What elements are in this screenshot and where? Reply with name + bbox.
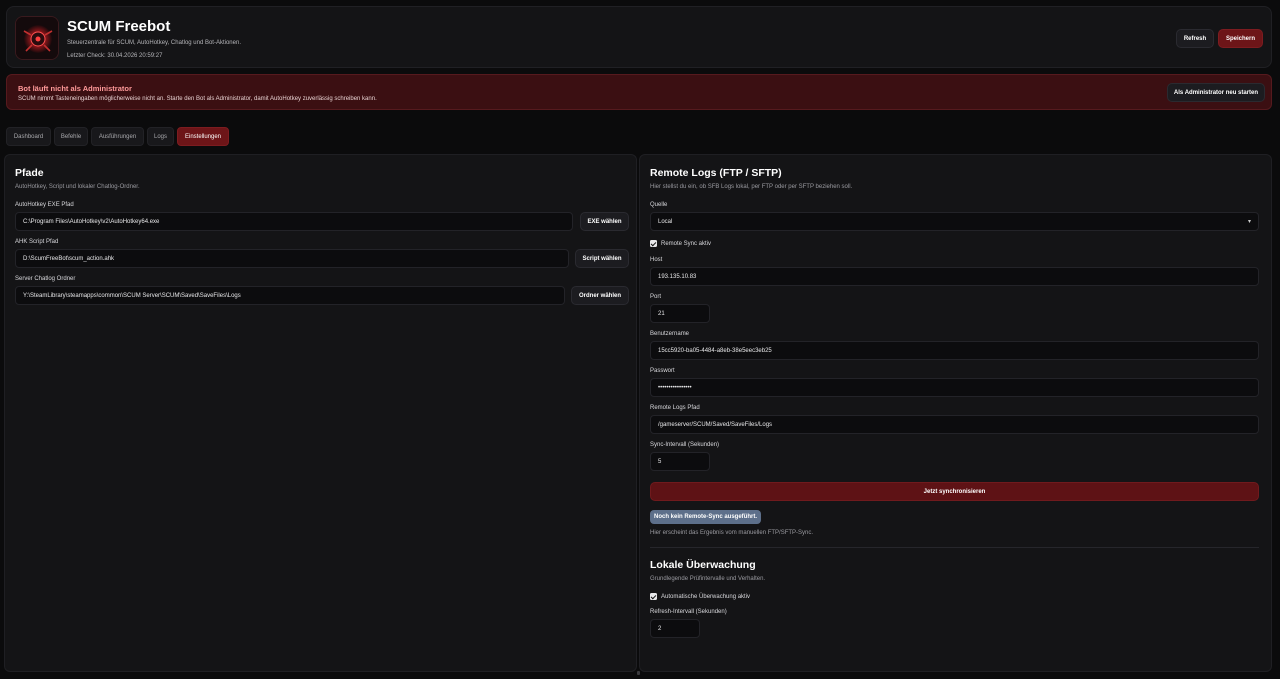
app-title: SCUM Freebot (67, 18, 171, 35)
chevron-down-icon: ▾ (1247, 219, 1251, 225)
alert-text: SCUM nimmt Tasteneingaben möglicherweise… (18, 96, 377, 102)
remote-title: Remote Logs (FTP / SFTP) (650, 167, 782, 179)
local-monitoring-description: Grundlegende Prüfintervalle und Verhalte… (650, 576, 766, 582)
ahk-script-label: AHK Script Pfad (15, 239, 59, 245)
password-label: Passwort (650, 368, 675, 374)
choose-exe-button[interactable]: EXE wählen (580, 212, 629, 231)
remote-logs-panel: Remote Logs (FTP / SFTP) Hier stellst du… (639, 154, 1272, 672)
tab-einstellungen[interactable]: Einstellungen (177, 127, 229, 146)
port-input[interactable]: 21 (650, 304, 710, 323)
port-label: Port (650, 294, 662, 300)
alert-title: Bot läuft nicht als Administrator (18, 84, 132, 93)
remote-sync-label: Remote Sync aktiv (661, 240, 712, 247)
choose-script-button[interactable]: Script wählen (575, 249, 629, 268)
auto-monitoring-label: Automatische Überwachung aktiv (661, 593, 751, 600)
tab-dashboard[interactable]: Dashboard (6, 127, 51, 146)
chatlog-folder-input[interactable]: Y:\SteamLibrary\steamapps\common\SCUM Se… (15, 286, 565, 305)
sync-interval-label: Sync-Intervall (Sekunden) (650, 442, 720, 448)
restart-as-admin-button[interactable]: Als Administrator neu starten (1167, 83, 1265, 102)
remote-description: Hier stellst du ein, ob SFB Logs lokal, … (650, 184, 853, 190)
refresh-interval-input[interactable]: 2 (650, 619, 700, 638)
username-input[interactable]: 15cc5920-ba05-4484-a8eb-38e5eec3eb25 (650, 341, 1259, 360)
remote-path-input[interactable]: /gameserver/SCUM/Saved/SaveFiles/Logs (650, 415, 1259, 434)
app-header: SCUM Freebot Steuerzentrale für SCUM, Au… (6, 6, 1272, 68)
sync-now-button[interactable]: Jetzt synchronisieren (650, 482, 1259, 501)
chatlog-folder-label: Server Chatlog Ordner (15, 276, 76, 282)
tab-befehle[interactable]: Befehle (54, 127, 88, 146)
resize-handle[interactable] (637, 671, 640, 675)
refresh-interval-label: Refresh-Intervall (Sekunden) (650, 609, 727, 615)
admin-warning-banner: Bot läuft nicht als Administrator SCUM n… (6, 74, 1272, 110)
save-button[interactable]: Speichern (1218, 29, 1263, 48)
last-check-text: Letzter Check: 30.04.2026 20:59:27 (67, 53, 163, 59)
checkbox-checked-icon[interactable] (650, 240, 657, 247)
paths-description: AutoHotkey, Script und lokaler Chatlog-O… (15, 184, 140, 190)
source-select[interactable]: Local ▾ (650, 212, 1259, 231)
remote-sync-toggle[interactable]: Remote Sync aktiv (650, 240, 711, 247)
source-label: Quelle (650, 202, 668, 208)
ahk-exe-path-input[interactable]: C:\Program Files\AutoHotkey\v2\AutoHotke… (15, 212, 573, 231)
refresh-button[interactable]: Refresh (1176, 29, 1214, 48)
paths-title: Pfade (15, 167, 44, 179)
auto-monitoring-toggle[interactable]: Automatische Überwachung aktiv (650, 593, 750, 600)
host-label: Host (650, 257, 663, 263)
local-monitoring-title: Lokale Überwachung (650, 559, 756, 571)
username-label: Benutzername (650, 331, 690, 337)
app-subtitle: Steuerzentrale für SCUM, AutoHotkey, Cha… (67, 40, 241, 46)
paths-panel: Pfade AutoHotkey, Script und lokaler Cha… (4, 154, 637, 672)
sync-status-hint: Hier erscheint das Ergebnis vom manuelle… (650, 530, 814, 536)
section-divider (650, 547, 1259, 548)
ahk-exe-label: AutoHotkey EXE Pfad (15, 202, 74, 208)
app-logo (15, 16, 59, 60)
status-badge: Noch kein Remote-Sync ausgeführt. (650, 510, 761, 524)
remote-path-label: Remote Logs Pfad (650, 405, 700, 411)
checkbox-checked-icon[interactable] (650, 593, 657, 600)
ahk-script-path-input[interactable]: D:\ScumFreeBot\scum_action.ahk (15, 249, 569, 268)
choose-folder-button[interactable]: Ordner wählen (571, 286, 629, 305)
sync-interval-input[interactable]: 5 (650, 452, 710, 471)
host-input[interactable]: 193.135.10.83 (650, 267, 1259, 286)
source-select-value: Local (658, 218, 673, 225)
tab-ausfuehrungen[interactable]: Ausführungen (91, 127, 144, 146)
tab-logs[interactable]: Logs (147, 127, 174, 146)
password-input[interactable]: •••••••••••••••• (650, 378, 1259, 397)
